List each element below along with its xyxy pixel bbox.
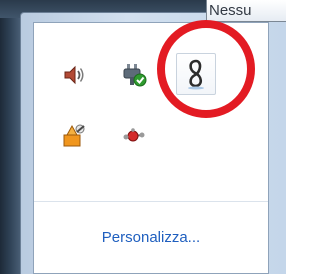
volume-icon[interactable] — [56, 57, 92, 93]
tooltip: Nessu — [206, 0, 286, 22]
notification-area-flyout: Personalizza... — [33, 22, 269, 274]
flyout-divider — [34, 201, 268, 202]
tray-icon-grid — [34, 23, 268, 163]
taskbar-edge — [0, 0, 20, 274]
tray-overflow-screenshot: Personalizza... Nessu — [0, 0, 286, 274]
customize-link[interactable]: Personalizza... — [34, 229, 268, 246]
sync-app-icon[interactable] — [176, 53, 216, 95]
bluetooth-device-icon[interactable] — [116, 117, 152, 153]
network-icon[interactable] — [116, 57, 152, 93]
user-update-icon[interactable] — [56, 117, 92, 153]
